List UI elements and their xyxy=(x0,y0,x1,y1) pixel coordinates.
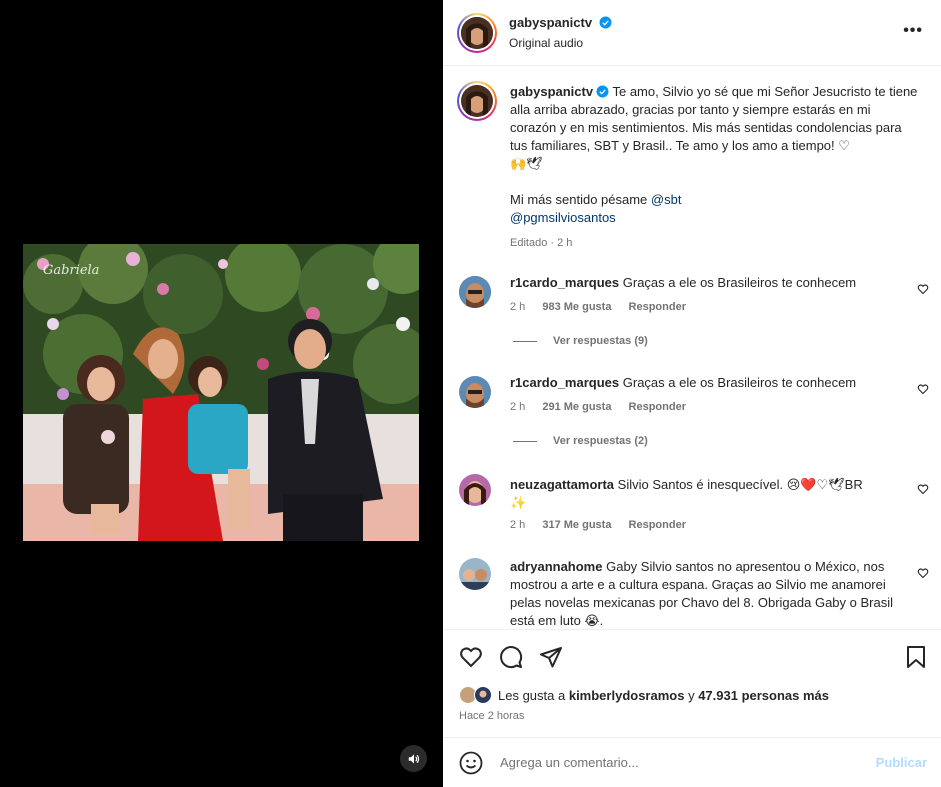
bookmark-icon[interactable] xyxy=(905,645,927,669)
caption-edited-time: Editado · 2 h xyxy=(510,237,573,249)
comment-meta: 2 h 317 Me gusta Responder xyxy=(510,519,700,531)
comment-username[interactable]: neuzagattamorta xyxy=(510,477,614,492)
author-username[interactable]: gabyspanictv xyxy=(509,15,592,30)
comment-username[interactable]: r1cardo_marques xyxy=(510,375,619,390)
comment-likes[interactable]: 317 Me gusta xyxy=(542,519,611,531)
speaker-icon xyxy=(408,753,419,764)
post-header: gabyspanictv Original audio ••• xyxy=(443,0,941,66)
comment-text-line2: ✨ xyxy=(510,495,527,510)
caption-second-line: Mi más sentido pésame xyxy=(510,192,648,207)
post-caption: gabyspanictv Te amo, Silvio yo sé que mi… xyxy=(510,83,920,252)
comment-time: 2 h xyxy=(510,301,526,313)
post-panel: gabyspanictv Original audio ••• gabyspan… xyxy=(443,0,941,787)
likes-and: y xyxy=(688,687,695,703)
like-comment-heart-icon[interactable] xyxy=(917,483,929,495)
comment-avatar[interactable] xyxy=(459,558,491,590)
verified-badge-icon xyxy=(596,85,609,98)
video-frame: Gabriela xyxy=(23,244,419,541)
comment-username[interactable]: adryannahome xyxy=(510,559,602,574)
caption-avatar[interactable] xyxy=(457,81,497,121)
comment: neuzagattamorta Silvio Santos é inesquec… xyxy=(510,476,905,512)
comment: adryannahome Gaby Silvio santos no apres… xyxy=(510,558,905,629)
mention-sbt[interactable]: @sbt xyxy=(651,192,682,207)
avatar-image xyxy=(461,85,493,117)
author-avatar[interactable] xyxy=(457,13,497,53)
likes-prefix: Les gusta a xyxy=(498,687,566,703)
comment-username[interactable]: r1cardo_marques xyxy=(510,275,619,290)
comment: r1cardo_marques Graças a ele os Brasilei… xyxy=(510,274,905,292)
share-paper-plane-icon[interactable] xyxy=(539,645,563,669)
publish-button[interactable]: Publicar xyxy=(876,755,927,770)
video-player[interactable]: Gabriela xyxy=(23,244,419,541)
comment-meta: 2 h 291 Me gusta Responder xyxy=(510,401,700,413)
more-options-button[interactable]: ••• xyxy=(903,22,923,40)
comment-likes[interactable]: 983 Me gusta xyxy=(542,301,611,313)
avatar-image xyxy=(459,558,491,590)
caption-username[interactable]: gabyspanictv xyxy=(510,84,593,99)
comments-list[interactable]: gabyspanictv Te amo, Silvio yo sé que mi… xyxy=(443,67,941,629)
like-comment-heart-icon[interactable] xyxy=(917,383,929,395)
liker-avatars[interactable] xyxy=(459,686,493,704)
view-replies-button[interactable]: Ver respuestas (2) xyxy=(513,435,648,447)
mute-button[interactable] xyxy=(400,745,427,772)
media-pane: Gabriela xyxy=(0,0,443,787)
reply-button[interactable]: Responder xyxy=(629,401,686,413)
comment-avatar[interactable] xyxy=(459,474,491,506)
like-heart-icon[interactable] xyxy=(459,645,483,669)
video-watermark: Gabriela xyxy=(43,263,99,278)
likes-summary: Les gusta a kimberlydosramos y 47.931 pe… xyxy=(459,686,829,704)
like-comment-heart-icon[interactable] xyxy=(917,283,929,295)
verified-badge-icon xyxy=(599,16,612,29)
comment-text: Graças a ele os Brasileiros te conhecem xyxy=(622,375,857,390)
audio-label[interactable]: Original audio xyxy=(509,36,583,50)
likes-others[interactable]: 47.931 personas más xyxy=(698,688,829,703)
comment-text: Graças a ele os Brasileiros te conhecem xyxy=(622,275,857,290)
comment: r1cardo_marques Graças a ele os Brasilei… xyxy=(510,374,905,392)
comment-bubble-icon[interactable] xyxy=(499,645,523,669)
view-replies-label: Ver respuestas (9) xyxy=(553,335,648,347)
avatar-image xyxy=(461,17,493,49)
post-time[interactable]: Hace 2 horas xyxy=(459,710,524,722)
view-replies-label: Ver respuestas (2) xyxy=(553,435,648,447)
emoji-icon[interactable] xyxy=(459,751,483,775)
comment-avatar[interactable] xyxy=(459,276,491,308)
comment-text: Silvio Santos é inesquecível. 😢❤️♡🕊BR xyxy=(617,477,863,492)
mention-pgmsilviosantos[interactable]: @pgmsilviosantos xyxy=(510,210,616,225)
comment-time: 2 h xyxy=(510,519,526,531)
avatar-image xyxy=(459,376,491,408)
post-viewer: Gabriela gabyspanictv Original audio •••… xyxy=(0,0,941,787)
caption-emojis: 🙌🕊 xyxy=(510,156,543,171)
likes-user[interactable]: kimberlydosramos xyxy=(569,688,685,703)
like-comment-heart-icon[interactable] xyxy=(917,567,929,579)
add-comment-bar: Agrega un comentario... Publicar xyxy=(443,737,941,787)
view-replies-button[interactable]: Ver respuestas (9) xyxy=(513,335,648,347)
post-actions: Les gusta a kimberlydosramos y 47.931 pe… xyxy=(443,629,941,737)
comment-avatar[interactable] xyxy=(459,376,491,408)
comment-meta: 2 h 983 Me gusta Responder xyxy=(510,301,700,313)
reply-button[interactable]: Responder xyxy=(629,301,686,313)
avatar-image xyxy=(459,276,491,308)
comment-input[interactable]: Agrega un comentario... xyxy=(500,755,639,770)
comment-time: 2 h xyxy=(510,401,526,413)
reply-button[interactable]: Responder xyxy=(629,519,686,531)
comment-likes[interactable]: 291 Me gusta xyxy=(542,401,611,413)
avatar-image xyxy=(459,474,491,506)
